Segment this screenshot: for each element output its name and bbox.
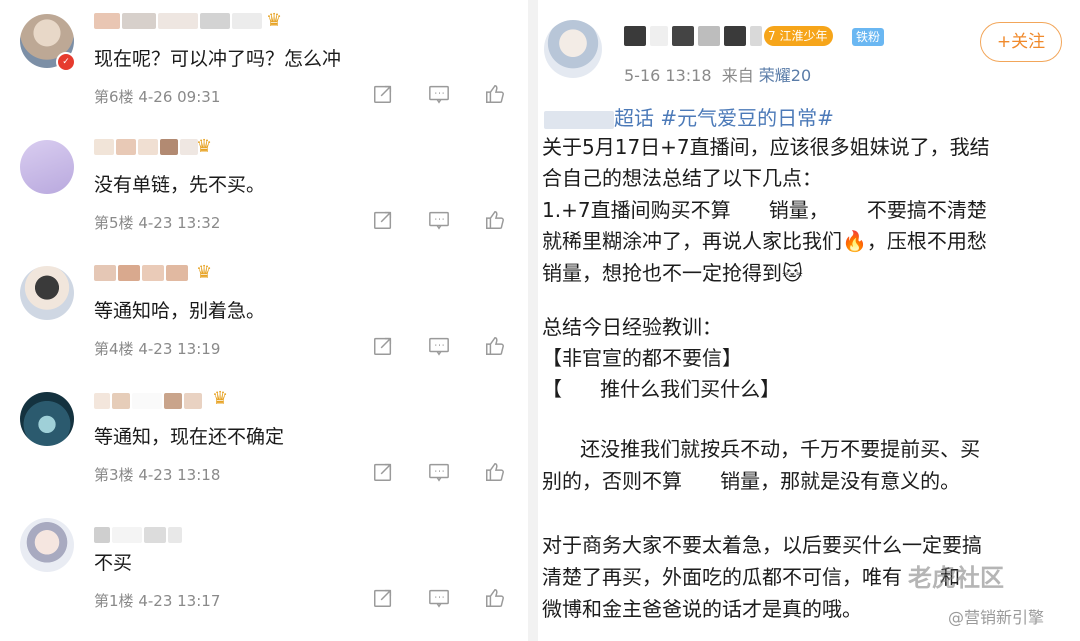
- username-blurred[interactable]: [94, 12, 262, 30]
- from-label: 来自: [721, 66, 754, 85]
- crown-icon: ♛: [196, 136, 213, 157]
- post-line: 关于5月17日+7直播间，应该很多姐妹说了，我结: [542, 135, 990, 159]
- comment-time: 4-26 09:31: [138, 88, 221, 106]
- comment-item: ♛ 等通知哈，别着急。 第4楼 4-23 13:19: [0, 252, 528, 376]
- fan-badge: 铁粉: [852, 28, 885, 46]
- comment-icon[interactable]: [426, 586, 452, 610]
- comment-text: 等通知哈，别着急。: [94, 300, 266, 322]
- post-line: 就稀里糊涂冲了，再说人家比我们🔥，压根不用愁: [542, 229, 987, 253]
- comment-meta: 第4楼 4-23 13:19: [94, 338, 220, 359]
- share-icon[interactable]: [370, 460, 396, 484]
- comment-item: 不买 第1楼 4-23 13:17: [0, 504, 528, 628]
- like-icon[interactable]: [482, 460, 508, 484]
- post-line: 别的，否则不算 销量，那就是没有意义的。: [542, 469, 961, 493]
- weibo-post: 7 江淮少年 铁粉 +关注 5-16 13:18 来自 荣耀20 超话 #元气爱…: [538, 0, 1080, 641]
- post-line: 1.+7直播间购买不算 销量， 不要搞不清楚: [542, 198, 987, 222]
- floor-number: 第4楼: [94, 340, 134, 358]
- crown-icon: ♛: [266, 10, 283, 31]
- post-line: 还没推我们就按兵不动，千万不要提前买、买: [542, 437, 981, 461]
- post-line: 合自己的想法总结了以下几点：: [542, 166, 822, 190]
- comment-meta: 第5楼 4-23 13:32: [94, 212, 220, 233]
- comment-text: 不买: [94, 552, 133, 574]
- comment-meta: 第6楼 4-26 09:31: [94, 86, 220, 107]
- crown-icon: ♛: [212, 388, 229, 409]
- level-badge: 7 江淮少年: [764, 26, 834, 46]
- author-name-blurred[interactable]: [624, 26, 762, 46]
- like-icon[interactable]: [482, 586, 508, 610]
- post-date: 5-16 13:18: [624, 66, 712, 85]
- comment-icon[interactable]: [426, 460, 452, 484]
- comment-icon[interactable]: [426, 208, 452, 232]
- comment-meta: 第1楼 4-23 13:17: [94, 590, 220, 611]
- verified-badge-icon: ✓: [56, 52, 76, 72]
- crown-icon: ♛: [196, 262, 213, 283]
- topic-text: 超话 #元气爱豆的日常#: [614, 106, 834, 130]
- comment-time: 4-23 13:17: [138, 592, 221, 610]
- floor-number: 第1楼: [94, 592, 134, 610]
- comment-icon[interactable]: [426, 82, 452, 106]
- share-icon[interactable]: [370, 82, 396, 106]
- like-icon[interactable]: [482, 82, 508, 106]
- share-icon[interactable]: [370, 334, 396, 358]
- share-icon[interactable]: [370, 208, 396, 232]
- avatar[interactable]: [20, 392, 74, 446]
- post-line: 总结今日经验教训：: [542, 315, 722, 339]
- post-meta: 5-16 13:18 来自 荣耀20: [624, 62, 811, 86]
- comment-text: 没有单链，先不买。: [94, 174, 266, 196]
- post-line: 对于商务大家不要太着急，以后要买什么一定要搞: [542, 533, 982, 557]
- floor-number: 第6楼: [94, 88, 134, 106]
- comment-item: ✓ ♛ 现在呢？可以冲了吗？怎么冲 第6楼 4-26 09:31: [0, 0, 528, 124]
- avatar[interactable]: [20, 518, 74, 572]
- comment-time: 4-23 13:19: [138, 340, 221, 358]
- watermark: 老虎社区: [908, 564, 1004, 592]
- floor-number: 第5楼: [94, 214, 134, 232]
- super-topic-link[interactable]: 超话 #元气爱豆的日常#: [544, 102, 834, 131]
- comment-text: 等通知，现在还不确定: [94, 426, 285, 448]
- comment-meta: 第3楼 4-23 13:18: [94, 464, 220, 485]
- post-line: 【 推什么我们买什么】: [542, 377, 781, 401]
- comment-item: ♛ 等通知，现在还不确定 第3楼 4-23 13:18: [0, 378, 528, 502]
- username-blurred[interactable]: [94, 138, 198, 156]
- comment-item: ♛ 没有单链，先不买。 第5楼 4-23 13:32: [0, 126, 528, 250]
- comment-time: 4-23 13:32: [138, 214, 221, 232]
- avatar[interactable]: [20, 266, 74, 320]
- follow-button[interactable]: +关注: [980, 22, 1062, 62]
- post-line: 【非官宣的都不要信】: [542, 346, 742, 370]
- like-icon[interactable]: [482, 208, 508, 232]
- comment-text: 现在呢？可以冲了吗？怎么冲: [94, 48, 342, 70]
- comment-list: ✓ ♛ 现在呢？可以冲了吗？怎么冲 第6楼 4-26 09:31 ♛ 没有单链，…: [0, 0, 528, 641]
- credit-text: @营销新引擎: [948, 608, 1045, 627]
- level-number: 7: [768, 29, 776, 43]
- comment-time: 4-23 13:18: [138, 466, 221, 484]
- username-blurred[interactable]: [94, 264, 188, 282]
- post-line: 销量，想抢也不一定抢得到🐱: [542, 261, 803, 285]
- username-blurred[interactable]: [94, 526, 182, 544]
- username-blurred[interactable]: [94, 392, 202, 410]
- floor-number: 第3楼: [94, 466, 134, 484]
- post-source[interactable]: 荣耀20: [759, 66, 811, 85]
- avatar[interactable]: [20, 140, 74, 194]
- author-avatar[interactable]: [544, 20, 602, 78]
- level-title: 江淮少年: [779, 29, 828, 43]
- comment-icon[interactable]: [426, 334, 452, 358]
- share-icon[interactable]: [370, 586, 396, 610]
- like-icon[interactable]: [482, 334, 508, 358]
- panel-divider: [528, 0, 538, 641]
